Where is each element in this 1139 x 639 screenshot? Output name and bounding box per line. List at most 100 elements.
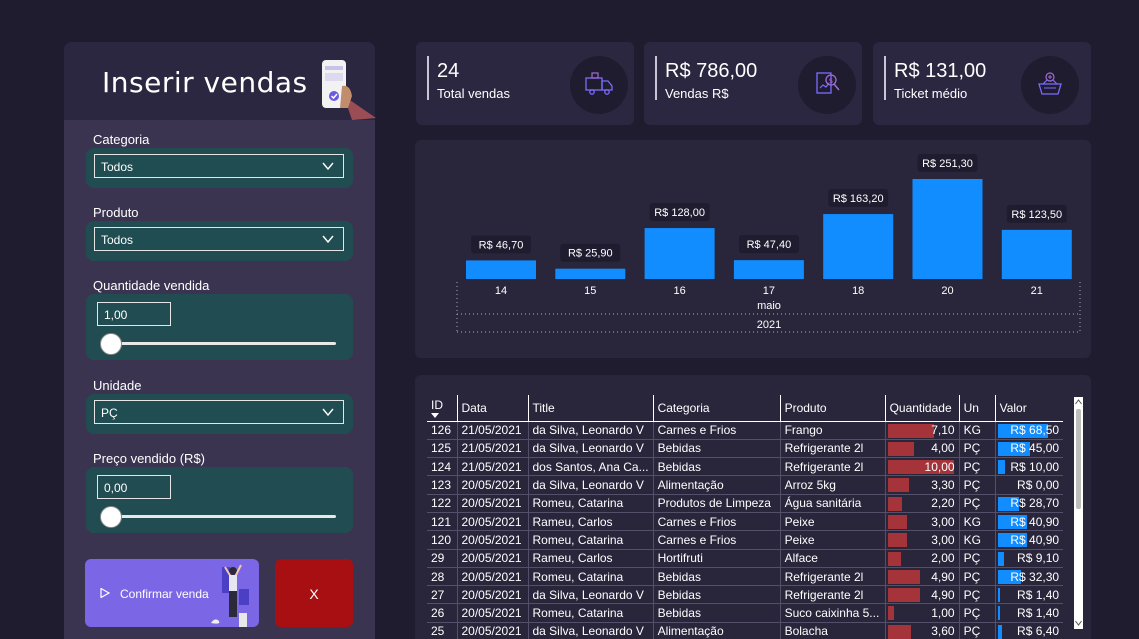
valor-value: R$ 32,30 bbox=[1010, 569, 1060, 584]
cell-categoria: Alimentação bbox=[653, 622, 781, 639]
x-tick-label: 15 bbox=[584, 285, 596, 297]
preco-slider-track[interactable] bbox=[110, 515, 336, 518]
column-header-title[interactable]: Title bbox=[528, 395, 654, 422]
chart-bar[interactable] bbox=[644, 228, 715, 279]
chart-bar[interactable] bbox=[1001, 229, 1072, 279]
cell-title: Rameu, Carlos bbox=[528, 512, 654, 532]
quantity-value: 3,00 bbox=[931, 514, 955, 529]
table-row[interactable]: 25 20/05/2021 da Silva, Leonardo V Alimenta… bbox=[427, 622, 1064, 639]
cell-title: dos Santos, Ana Ca... bbox=[528, 457, 654, 477]
cell-id: 120 bbox=[427, 530, 458, 550]
cell-produto: Arroz 5kg bbox=[780, 475, 886, 495]
form-header: Inserir vendas bbox=[64, 42, 376, 120]
cell-categoria: Bebidas bbox=[653, 457, 781, 477]
cell-data: 20/05/2021 bbox=[457, 512, 529, 532]
shopper-illustration-icon bbox=[211, 564, 249, 627]
table-header-row: ID Data Title Categoria Produto Quantida… bbox=[427, 395, 1064, 422]
quantidade-input[interactable]: 1,00 bbox=[97, 302, 171, 326]
scroll-up-icon[interactable] bbox=[1075, 399, 1082, 405]
categoria-select[interactable]: Todos bbox=[94, 154, 344, 178]
column-header-data[interactable]: Data bbox=[457, 395, 529, 422]
quantity-value: 3,60 bbox=[931, 624, 955, 639]
cell-produto: Refrigerante 2l bbox=[780, 585, 886, 605]
cell-valor: R$ 9,10 bbox=[995, 549, 1064, 568]
cell-categoria: Bebidas bbox=[653, 439, 781, 459]
preco-input[interactable]: 0,00 bbox=[97, 475, 171, 499]
confirm-sale-button[interactable]: Confirmar venda bbox=[85, 559, 259, 627]
quantidade-slider-handle[interactable] bbox=[100, 333, 122, 355]
chart-bar[interactable] bbox=[733, 260, 804, 279]
quantity-data-bar bbox=[887, 533, 908, 548]
table-row[interactable]: 28 20/05/2021 Romeu, Catarina Bebidas Refrig… bbox=[427, 567, 1064, 587]
valor-value: R$ 6,40 bbox=[1017, 624, 1060, 639]
table-row[interactable]: 121 20/05/2021 Rameu, Carlos Carnes e Frios… bbox=[427, 512, 1064, 532]
preco-slider-handle[interactable] bbox=[100, 506, 122, 528]
valor-value: R$ 1,40 bbox=[1017, 587, 1060, 602]
cell-un: PÇ bbox=[959, 603, 996, 623]
table-row[interactable]: 120 20/05/2021 Romeu, Catarina Carnes e Fri… bbox=[427, 530, 1064, 550]
table-row[interactable]: 123 20/05/2021 da Silva, Leonardo V Aliment… bbox=[427, 475, 1064, 495]
cell-id: 124 bbox=[427, 457, 458, 477]
column-header-produto[interactable]: Produto bbox=[780, 395, 886, 422]
kpi-label: Total vendas bbox=[437, 86, 510, 101]
valor-value: R$ 40,90 bbox=[1010, 514, 1060, 529]
table-row[interactable]: 29 20/05/2021 Rameu, Carlos Hortifruti Alfac… bbox=[427, 549, 1064, 568]
chart-bar[interactable] bbox=[555, 268, 626, 279]
produto-select[interactable]: Todos bbox=[94, 227, 344, 251]
cell-produto: Refrigerante 2l bbox=[780, 457, 886, 477]
column-header-quantidade[interactable]: Quantidade bbox=[885, 395, 960, 422]
table-row[interactable]: 27 20/05/2021 da Silva, Leonardo V Bebidas R… bbox=[427, 585, 1064, 605]
cell-data: 21/05/2021 bbox=[457, 439, 529, 459]
unidade-select[interactable]: PÇ bbox=[94, 400, 344, 424]
chart-bar[interactable] bbox=[912, 179, 983, 279]
chart-bar[interactable] bbox=[823, 214, 894, 279]
chart-bar[interactable] bbox=[466, 260, 536, 279]
cell-data: 20/05/2021 bbox=[457, 475, 529, 495]
table-row[interactable]: 124 21/05/2021 dos Santos, Ana Ca... Bebida… bbox=[427, 457, 1064, 477]
table-scrollbar[interactable] bbox=[1074, 397, 1083, 629]
column-header-valor[interactable]: Valor bbox=[995, 395, 1064, 422]
value-data-bar bbox=[997, 551, 1005, 566]
cell-id: 123 bbox=[427, 475, 458, 495]
quantity-data-bar bbox=[887, 478, 910, 493]
quantity-value: 3,00 bbox=[931, 532, 955, 547]
preco-field: 0,00 bbox=[86, 467, 353, 533]
quantidade-slider-track[interactable] bbox=[110, 342, 336, 345]
quantity-data-bar bbox=[887, 588, 920, 603]
cell-valor: R$ 0,00 bbox=[995, 475, 1064, 495]
chevron-down-icon bbox=[322, 235, 334, 244]
table-row[interactable]: 122 20/05/2021 Romeu, Catarina Produtos de … bbox=[427, 494, 1064, 513]
cell-quantidade: 4,90 bbox=[885, 585, 960, 605]
scrollbar-thumb[interactable] bbox=[1076, 409, 1081, 509]
cell-data: 20/05/2021 bbox=[457, 549, 529, 568]
valor-value: R$ 9,10 bbox=[1017, 551, 1060, 566]
column-header-un[interactable]: Un bbox=[959, 395, 996, 422]
sort-descending-icon[interactable] bbox=[431, 412, 439, 418]
quantity-value: 4,00 bbox=[931, 441, 955, 456]
column-header-id[interactable]: ID bbox=[427, 395, 458, 422]
cell-quantidade: 4,90 bbox=[885, 567, 960, 587]
scroll-down-icon[interactable] bbox=[1075, 620, 1082, 626]
valor-value: R$ 10,00 bbox=[1010, 459, 1060, 474]
cancel-button[interactable]: X bbox=[275, 559, 353, 627]
unidade-label: Unidade bbox=[93, 378, 142, 393]
money-report-icon: $ bbox=[798, 56, 856, 114]
table-row[interactable]: 126 21/05/2021 da Silva, Leonardo V Carnes … bbox=[427, 421, 1064, 440]
value-data-bar bbox=[997, 624, 1003, 639]
cell-un: PÇ bbox=[959, 439, 996, 459]
column-header-categoria[interactable]: Categoria bbox=[653, 395, 781, 422]
cell-categoria: Carnes e Frios bbox=[653, 421, 781, 440]
cell-categoria: Alimentação bbox=[653, 475, 781, 495]
cell-produto: Água sanitária bbox=[780, 494, 886, 513]
month-axis-label: maio bbox=[757, 300, 781, 312]
quantity-data-bar bbox=[887, 514, 908, 529]
table-row[interactable]: 125 21/05/2021 da Silva, Leonardo V Bebidas… bbox=[427, 439, 1064, 459]
valor-value: R$ 28,70 bbox=[1010, 496, 1060, 511]
cell-title: da Silva, Leonardo V bbox=[528, 475, 654, 495]
cell-valor: R$ 1,40 bbox=[995, 603, 1064, 623]
play-icon bbox=[100, 588, 110, 598]
x-tick-label: 17 bbox=[763, 285, 775, 297]
valor-value: R$ 0,00 bbox=[1017, 478, 1060, 493]
value-data-bar bbox=[997, 588, 1000, 603]
table-row[interactable]: 26 20/05/2021 Romeu, Catarina Bebidas Suco c… bbox=[427, 603, 1064, 623]
